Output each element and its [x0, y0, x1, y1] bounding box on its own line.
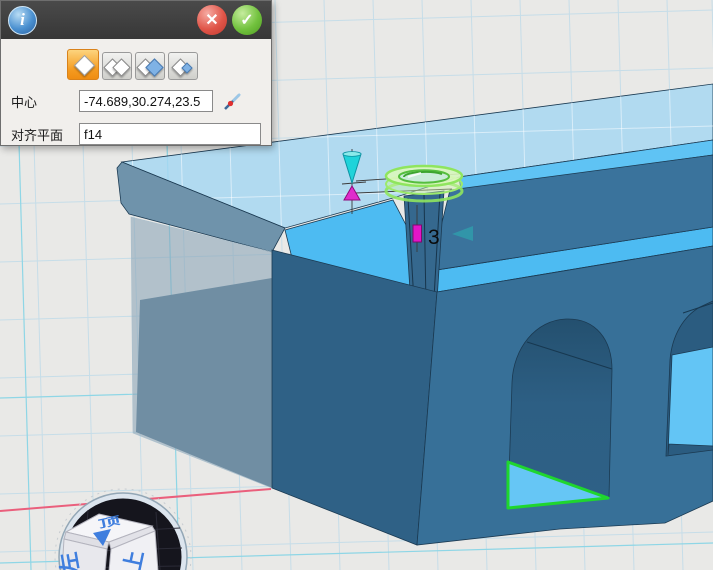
toggle-point-mode-pair[interactable] [102, 52, 132, 80]
align-plane-input[interactable] [79, 123, 261, 145]
info-icon[interactable]: i [8, 6, 37, 35]
arch-right-through-face[interactable] [668, 347, 713, 455]
center-field-row: 中心 [9, 89, 263, 113]
align-plane-field-row: 对齐平面 [9, 123, 263, 145]
cyan-cone-cap [343, 152, 361, 157]
point-input-dialog: i ✕ ✓ 中心 [0, 0, 272, 146]
point-picker-icon[interactable] [220, 89, 244, 113]
magenta-drag-box[interactable] [413, 225, 422, 242]
confirm-button[interactable]: ✓ [232, 5, 262, 35]
cancel-button[interactable]: ✕ [197, 5, 227, 35]
dialog-title-bar: i ✕ ✓ [1, 1, 271, 39]
toggle-point-mode-single[interactable] [67, 49, 99, 80]
info-glyph: i [20, 10, 25, 30]
dimension-value[interactable]: 3 [428, 226, 440, 249]
dialog-body: 中心 对齐平面 [1, 39, 271, 145]
confirm-icon: ✓ [240, 10, 253, 30]
align-plane-label: 对齐平面 [9, 125, 79, 144]
point-mode-toggle-group [67, 49, 263, 80]
toggle-point-mode-pair-blue[interactable] [135, 52, 165, 80]
center-field-label: 中心 [9, 92, 79, 111]
cancel-icon: ✕ [205, 10, 218, 30]
diamond-icon [74, 55, 95, 76]
cad-viewport: 3 顶 左 上 i ✕ ✓ [0, 0, 713, 570]
center-coordinates-input[interactable] [79, 90, 213, 112]
toggle-point-mode-center-point[interactable] [168, 52, 198, 80]
